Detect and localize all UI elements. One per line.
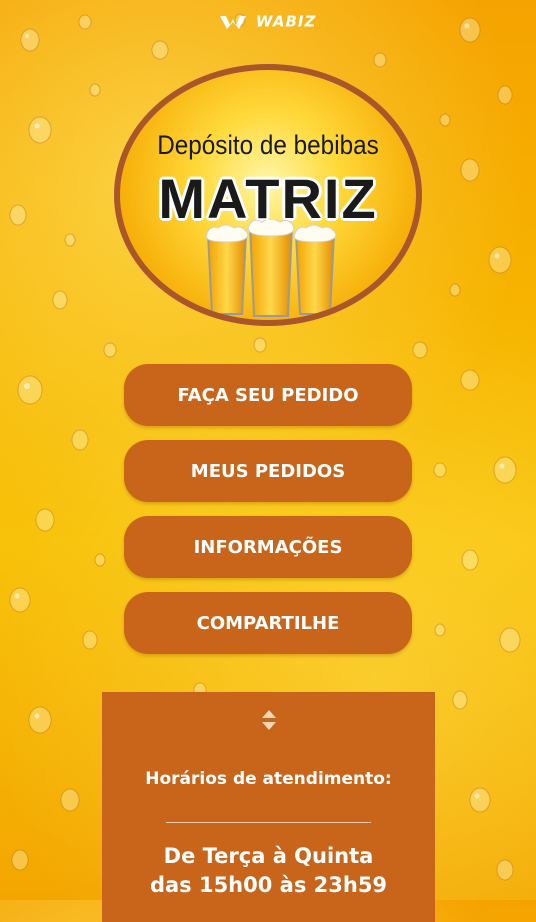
- share-button[interactable]: COMPARTILHE: [124, 592, 412, 654]
- hours-time: das 15h00 às 23h59: [149, 873, 388, 897]
- store-logo: Depósito de bebibas MATRIZ: [114, 64, 422, 326]
- brand-name: WABIZ: [255, 12, 317, 31]
- hours-days: De Terça à Quinta: [163, 844, 374, 868]
- hours-divider: [166, 822, 371, 823]
- information-button[interactable]: INFORMAÇÕES: [124, 516, 412, 578]
- expand-collapse-icon[interactable]: [260, 708, 278, 732]
- place-order-button[interactable]: FAÇA SEU PEDIDO: [124, 364, 412, 426]
- logo-subtitle: Depósito de bebibas: [157, 130, 379, 160]
- opening-hours-panel: Horários de atendimento: De Terça à Quin…: [102, 692, 435, 922]
- my-orders-button[interactable]: MEUS PEDIDOS: [124, 440, 412, 502]
- wabiz-logo-icon: [219, 15, 246, 29]
- beer-glasses-icon: [206, 220, 336, 317]
- hours-title: Horários de atendimento:: [145, 769, 392, 789]
- app-brand: WABIZ: [0, 12, 536, 31]
- main-menu: FAÇA SEU PEDIDO MEUS PEDIDOS INFORMAÇÕES…: [124, 364, 412, 668]
